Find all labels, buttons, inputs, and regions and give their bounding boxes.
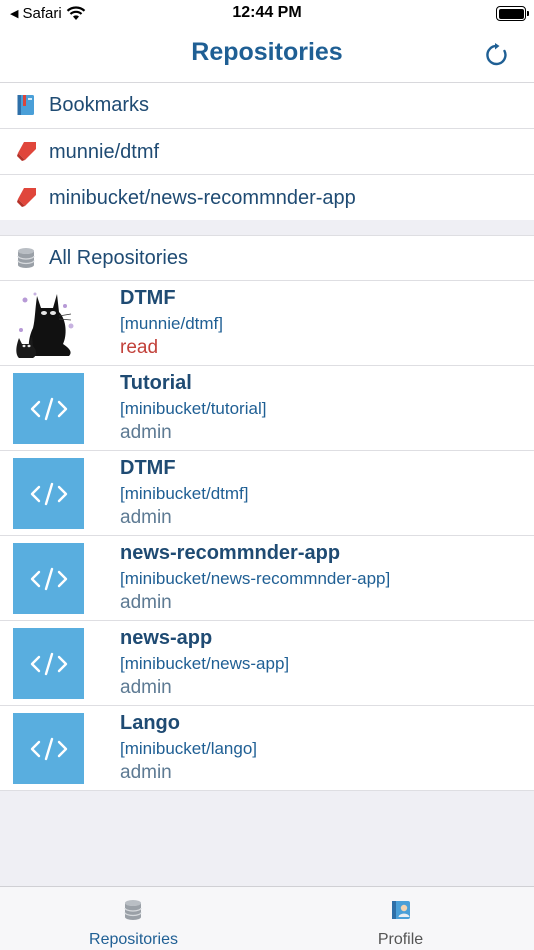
repository-path: [munnie/dtmf] [120,314,223,333]
tab-profile[interactable]: Profile [267,887,534,950]
database-icon [17,248,35,268]
refresh-icon [486,43,507,66]
bookmark-label[interactable]: munnie/dtmf [49,141,159,164]
repository-row[interactable]: news-recommnder-app [minibucket/news-rec… [0,536,534,621]
repository-permission: admin [120,507,172,528]
repository-thumbnail [13,628,84,699]
bookmark-icon [17,142,36,161]
code-icon [30,737,67,760]
repository-row[interactable]: DTMF [minibucket/dtmf] admin [0,451,534,536]
repository-row[interactable]: Tutorial [minibucket/tutorial] admin [0,366,534,451]
book-icon [17,95,34,115]
bookmark-item[interactable]: minibucket/news-recommnder-app [0,175,534,220]
repository-path: [minibucket/lango] [120,739,258,758]
repository-permission: admin [120,422,172,443]
repository-thumbnail [13,713,84,784]
database-icon [124,900,142,920]
repository-name: Tutorial [120,372,192,394]
status-time: 12:44 PM [232,4,302,21]
nav-bar: Repositories [0,28,534,83]
tab-bar: Repositories Profile [0,886,534,950]
code-icon [30,567,67,590]
repository-avatar [13,286,77,360]
repository-thumbnail [13,373,84,444]
bookmark-icon [17,188,36,207]
tab-label: Profile [377,931,424,948]
black-cat-avatar-icon [16,292,74,358]
refresh-button[interactable] [484,42,510,68]
repository-name: DTMF [120,287,176,309]
profile-card-icon [392,901,410,919]
repository-thumbnail [13,458,84,529]
page-title: Repositories [191,38,343,66]
bookmarks-label: Bookmarks [49,94,150,116]
repository-name: Lango [120,712,180,734]
code-icon [30,482,67,505]
repository-name: news-app [120,627,213,649]
repository-permission: admin [120,762,172,783]
repository-thumbnail [13,543,84,614]
repository-path: [minibucket/news-recommnder-app] [120,569,391,588]
tab-repositories[interactable]: Repositories [0,887,267,950]
repository-permission: admin [120,677,172,698]
status-bar: ◀ Safari 12:44 PM [0,0,534,28]
repository-path: [minibucket/tutorial] [120,399,267,418]
bookmarks-header: Bookmarks [0,83,534,129]
repository-permission: read [120,337,159,358]
tab-label: Repositories [89,931,178,948]
repository-path: [minibucket/dtmf] [120,484,249,503]
code-icon [30,652,67,675]
repository-row[interactable]: news-app [minibucket/news-app] admin [0,621,534,706]
repository-permission: admin [120,592,172,613]
all-repositories-label: All Repositories [49,247,188,269]
all-repositories-header: All Repositories [0,235,534,281]
repository-path: [minibucket/news-app] [120,654,290,673]
repository-row[interactable]: DTMF [munnie/dtmf] read [0,281,534,366]
repository-name: DTMF [120,457,176,479]
code-icon [30,397,67,420]
bookmark-label[interactable]: minibucket/news-recommnder-app [49,187,356,210]
repository-name: news-recommnder-app [120,542,341,564]
repository-row[interactable]: Lango [minibucket/lango] admin [0,706,534,791]
battery-icon [496,6,529,21]
bookmark-item[interactable]: munnie/dtmf [0,129,534,175]
